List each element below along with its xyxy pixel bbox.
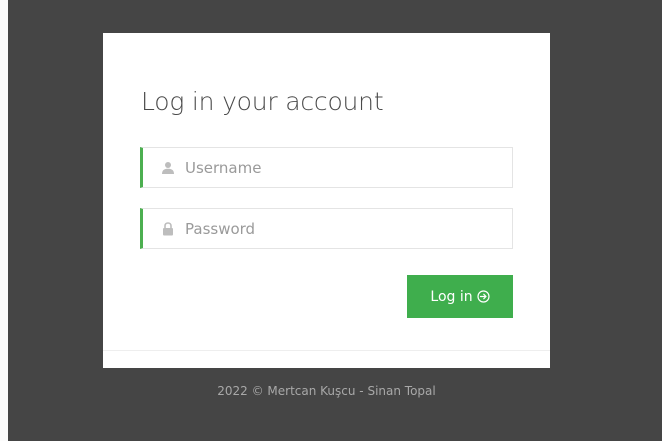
- login-card: Log in your account Log in: [103, 33, 550, 368]
- username-field[interactable]: [140, 147, 513, 188]
- login-button[interactable]: Log in: [407, 275, 513, 318]
- user-icon: [158, 161, 178, 175]
- lock-icon: [158, 221, 178, 236]
- login-button-label: Log in: [430, 288, 473, 305]
- username-input[interactable]: [185, 158, 485, 177]
- window-edge: [0, 0, 8, 441]
- arrow-right-circle-icon: [477, 290, 490, 303]
- page-title: Log in your account: [141, 87, 384, 116]
- password-input[interactable]: [185, 219, 485, 238]
- card-divider: [103, 350, 550, 351]
- footer-copyright: 2022 © Mertcan Kuşcu - Sinan Topal: [217, 384, 436, 398]
- password-field[interactable]: [140, 208, 513, 249]
